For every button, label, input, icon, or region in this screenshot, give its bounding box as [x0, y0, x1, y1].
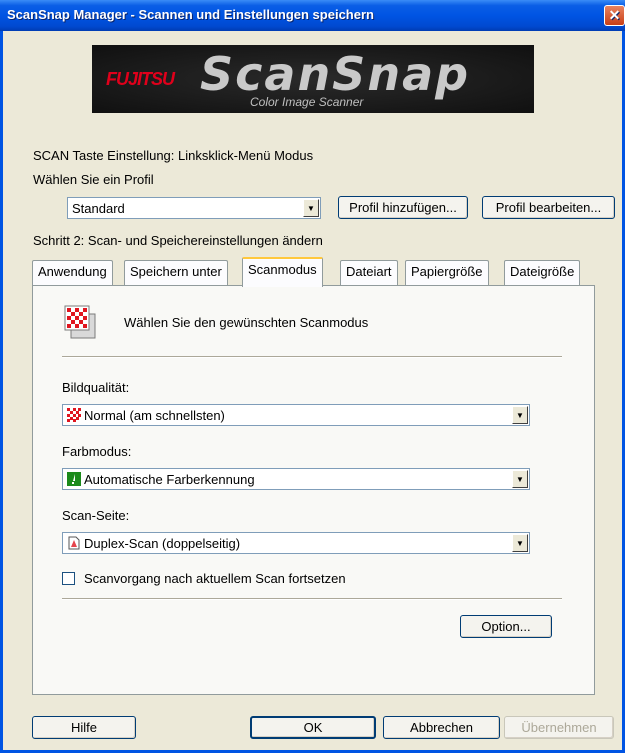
apply-button[interactable]: Übernehmen — [504, 716, 614, 739]
tab-anwendung[interactable]: Anwendung — [32, 260, 113, 285]
quality-checker-icon — [67, 408, 81, 422]
color-mode-select[interactable]: Automatische Farberkennung ▼ — [62, 468, 530, 490]
banner-subtitle: Color Image Scanner — [250, 95, 364, 109]
auto-color-icon — [67, 472, 81, 486]
color-mode-value: Automatische Farberkennung — [84, 472, 255, 487]
ok-button[interactable]: OK — [250, 716, 376, 739]
tab-dateiart[interactable]: Dateiart — [340, 260, 398, 285]
cancel-button[interactable]: Abbrechen — [383, 716, 500, 739]
scan-side-label: Scan-Seite: — [62, 508, 130, 523]
chevron-down-icon[interactable]: ▼ — [303, 199, 319, 217]
duplex-page-icon — [67, 536, 81, 550]
scanmode-heading: Wählen Sie den gewünschten Scanmodus — [124, 315, 369, 330]
add-profile-button[interactable]: Profil hinzufügen... — [338, 196, 468, 219]
profile-label: Wählen Sie ein Profil — [33, 172, 154, 187]
edit-profile-button[interactable]: Profil bearbeiten... — [482, 196, 615, 219]
tab-speichern-unter[interactable]: Speichern unter — [124, 260, 228, 285]
scan-key-setting-label: SCAN Taste Einstellung: Linksklick-Menü … — [33, 148, 314, 163]
image-quality-value: Normal (am schnellsten) — [84, 408, 225, 423]
title-bar[interactable]: ScanSnap Manager - Scannen und Einstellu… — [0, 0, 625, 31]
option-button[interactable]: Option... — [460, 615, 552, 638]
help-button[interactable]: Hilfe — [32, 716, 136, 739]
window-title: ScanSnap Manager - Scannen und Einstellu… — [7, 7, 374, 22]
profile-select-value: Standard — [72, 201, 125, 216]
tab-scanmodus[interactable]: Scanmodus — [242, 257, 323, 287]
tab-papiergroesse[interactable]: Papiergröße — [405, 260, 489, 285]
scan-side-select[interactable]: Duplex-Scan (doppelseitig) ▼ — [62, 532, 530, 554]
scan-side-value: Duplex-Scan (doppelseitig) — [84, 536, 241, 551]
scansnap-logo: ScanSnap — [200, 47, 471, 101]
color-mode-label: Farbmodus: — [62, 444, 132, 459]
step-label: Schritt 2: Scan- und Speichereinstellung… — [33, 233, 323, 248]
fujitsu-logo: FUJITSU — [106, 69, 175, 89]
image-quality-select[interactable]: Normal (am schnellsten) ▼ — [62, 404, 530, 426]
continue-scan-checkbox[interactable] — [62, 572, 75, 585]
chevron-down-icon[interactable]: ▼ — [512, 470, 528, 488]
scansnap-manager-window: ScanSnap Manager - Scannen und Einstellu… — [0, 0, 625, 753]
image-quality-label: Bildqualität: — [62, 380, 130, 395]
chevron-down-icon[interactable]: ▼ — [512, 534, 528, 552]
divider — [62, 598, 562, 600]
chevron-down-icon[interactable]: ▼ — [512, 406, 528, 424]
divider — [62, 356, 562, 358]
scanmode-icon — [63, 304, 97, 340]
close-button[interactable]: ✕ — [604, 5, 625, 26]
tab-dateigroesse[interactable]: Dateigröße — [504, 260, 581, 285]
scansnap-logo-banner: FUJITSU ScanSnap Color Image Scanner — [92, 45, 534, 113]
close-icon: ✕ — [608, 7, 621, 23]
profile-select[interactable]: Standard ▼ — [67, 197, 321, 219]
continue-scan-label: Scanvorgang nach aktuellem Scan fortsetz… — [84, 571, 346, 586]
